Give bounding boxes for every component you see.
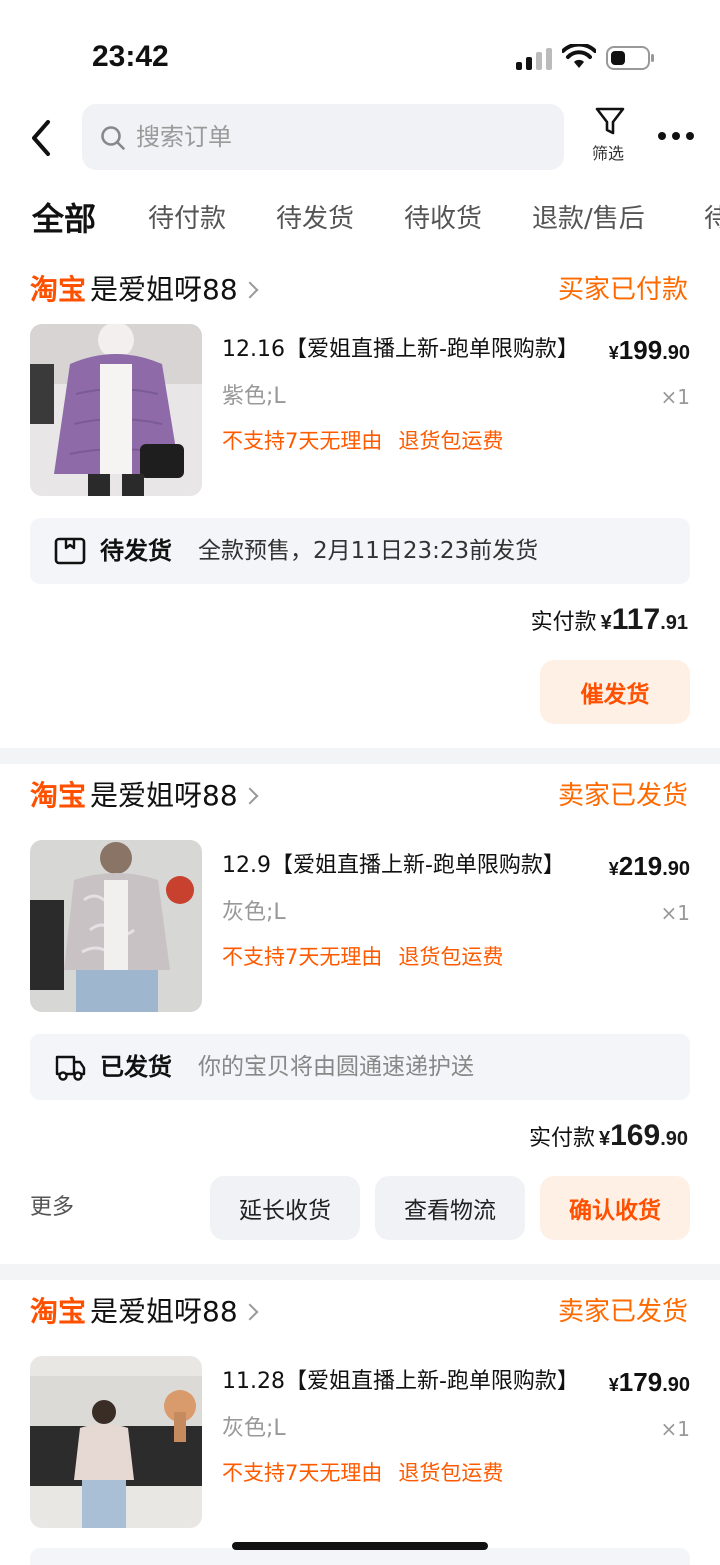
signal-icon: [516, 48, 552, 70]
search-icon: [101, 126, 125, 150]
product-price: ¥219.90: [608, 851, 690, 881]
product-quantity: ×1: [660, 901, 690, 925]
urge-shipment-button[interactable]: 催发货: [540, 660, 690, 724]
price-integer: 199: [618, 335, 663, 365]
tab-all[interactable]: 全部: [32, 188, 96, 250]
logistics-state: 已发货: [100, 1053, 172, 1081]
no-7day-return-tag: 不支持7天无理由: [222, 1461, 383, 1485]
truck-icon: [55, 1055, 86, 1081]
service-tags: 不支持7天无理由 退货包运费: [222, 424, 503, 458]
logistics-description: 你的宝贝将由圆通速递护送: [198, 1054, 474, 1080]
tab-refund-aftersale[interactable]: 退款/售后: [532, 188, 645, 250]
order-status: 卖家已发货: [557, 1297, 688, 1327]
shop-link[interactable]: 淘宝 是爱姐呀88: [30, 1292, 259, 1332]
chevron-right-icon: [241, 787, 259, 805]
search-input[interactable]: [136, 104, 556, 170]
shop-link[interactable]: 淘宝 是爱姐呀88: [30, 776, 259, 816]
shop-name: 是爱姐呀88: [90, 779, 238, 812]
paid-decimal: .91: [660, 612, 688, 634]
package-icon: [54, 537, 86, 565]
tab-pending-receipt[interactable]: 待收货: [404, 188, 482, 250]
product-title[interactable]: 12.16【爱姐直播上新-跑单限购款】: [222, 332, 592, 368]
tab-pending-review[interactable]: 待: [704, 188, 720, 250]
filter-icon: [595, 107, 625, 135]
paid-integer: 169: [610, 1119, 661, 1152]
order-tabs: 全部 待付款 待发货 待收货 退款/售后 待: [0, 188, 720, 250]
paid-amount: 实付款 ¥117.91: [530, 603, 688, 636]
paid-amount: 实付款 ¥169.90: [528, 1119, 688, 1152]
chevron-right-icon: [241, 281, 259, 299]
price-integer: 219: [618, 851, 663, 881]
more-actions-link[interactable]: 更多: [30, 1176, 74, 1240]
logistics-bar: [30, 1548, 690, 1565]
price-decimal: .90: [662, 858, 690, 880]
extend-receipt-button[interactable]: 延长收货: [210, 1176, 360, 1240]
taobao-logo: 淘宝: [30, 273, 87, 306]
no-7day-return-tag: 不支持7天无理由: [222, 945, 383, 969]
no-7day-return-tag: 不支持7天无理由: [222, 429, 383, 453]
product-image[interactable]: [30, 324, 202, 496]
filter-button[interactable]: 筛选: [588, 104, 632, 176]
filter-label: 筛选: [591, 144, 624, 163]
return-shipping-tag: 退货包运费: [398, 1461, 504, 1485]
search-bar[interactable]: [82, 104, 564, 170]
service-tags: 不支持7天无理由 退货包运费: [222, 940, 503, 974]
top-bar: 23:42 筛选 全部 待付款 待发货 待收货: [0, 0, 720, 258]
home-indicator: [232, 1542, 488, 1550]
back-icon[interactable]: [26, 118, 58, 158]
wifi-icon: [562, 44, 596, 68]
shop-link[interactable]: 淘宝 是爱姐呀88: [30, 270, 259, 310]
product-image[interactable]: [30, 840, 202, 1012]
product-variant: 灰色;L: [222, 1416, 286, 1441]
product-price: ¥179.90: [608, 1367, 690, 1397]
price-decimal: .90: [662, 342, 690, 364]
tab-pending-shipment[interactable]: 待发货: [276, 188, 354, 250]
order-card[interactable]: 淘宝 是爱姐呀88 卖家已发货 12.9【爱姐直播上新-跑单限购款】 ¥219.9…: [0, 764, 720, 1264]
confirm-receipt-button[interactable]: 确认收货: [540, 1176, 690, 1240]
taobao-logo: 淘宝: [30, 779, 87, 812]
shop-name: 是爱姐呀88: [90, 273, 238, 306]
product-variant: 紫色;L: [222, 384, 286, 409]
order-card[interactable]: 淘宝 是爱姐呀88 卖家已发货 11.28【爱姐直播上新-跑单限购款】 ¥179.…: [0, 1280, 720, 1565]
return-shipping-tag: 退货包运费: [398, 429, 504, 453]
tab-pending-payment[interactable]: 待付款: [148, 188, 226, 250]
paid-label: 实付款: [528, 1126, 595, 1151]
price-integer: 179: [618, 1367, 663, 1397]
logistics-bar[interactable]: 待发货 全款预售，2月11日23:23前发货: [30, 518, 690, 584]
order-status: 卖家已发货: [557, 781, 688, 811]
price-decimal: .90: [662, 1374, 690, 1396]
product-image[interactable]: [30, 1356, 202, 1528]
logistics-description: 全款预售，2月11日23:23前发货: [198, 538, 539, 564]
paid-decimal: .90: [660, 1128, 688, 1150]
product-quantity: ×1: [660, 385, 690, 409]
return-shipping-tag: 退货包运费: [398, 945, 504, 969]
status-time: 23:42: [92, 40, 169, 73]
order-status: 买家已付款: [557, 275, 688, 305]
order-card[interactable]: 淘宝 是爱姐呀88 买家已付款 12.16【爱姐直播上新-跑单限购款】 ¥199.…: [0, 258, 720, 748]
logistics-bar[interactable]: 已发货 你的宝贝将由圆通速递护送: [30, 1034, 690, 1100]
service-tags: 不支持7天无理由 退货包运费: [222, 1456, 503, 1490]
paid-integer: 117: [611, 603, 661, 636]
product-price: ¥199.90: [608, 335, 690, 365]
more-options-icon[interactable]: [654, 120, 698, 150]
view-logistics-button[interactable]: 查看物流: [375, 1176, 525, 1240]
paid-label: 实付款: [530, 610, 597, 635]
product-title[interactable]: 11.28【爱姐直播上新-跑单限购款】: [222, 1364, 592, 1400]
taobao-logo: 淘宝: [30, 1295, 87, 1328]
product-title[interactable]: 12.9【爱姐直播上新-跑单限购款】: [222, 848, 592, 884]
product-variant: 灰色;L: [222, 900, 286, 925]
battery-icon: [606, 46, 654, 70]
chevron-right-icon: [241, 1303, 259, 1321]
product-quantity: ×1: [660, 1417, 690, 1441]
shop-name: 是爱姐呀88: [90, 1295, 238, 1328]
logistics-state: 待发货: [100, 537, 172, 565]
